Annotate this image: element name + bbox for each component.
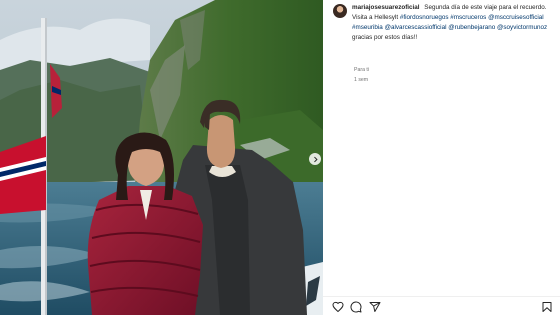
post-photo <box>0 0 323 315</box>
post-side-panel: mariajosesuarezoficial Segunda día de es… <box>323 0 560 315</box>
caption-tag-link[interactable]: #mseuribia <box>352 24 383 31</box>
next-photo-button[interactable] <box>309 153 321 165</box>
caption-tag-link[interactable]: @alvarcescassiofficial <box>385 24 447 31</box>
avatar[interactable] <box>333 4 347 18</box>
caption-row: mariajosesuarezoficial Segunda día de es… <box>333 3 555 43</box>
comment-icon <box>350 301 362 313</box>
post-timestamp: 1 sem <box>354 77 369 83</box>
bookmark-icon <box>542 302 552 312</box>
heart-icon <box>332 301 344 313</box>
caption-tag-link[interactable]: @rubenbejarano <box>448 24 495 31</box>
username-link[interactable]: mariajosesuarezoficial <box>352 4 420 11</box>
like-button[interactable] <box>332 301 344 313</box>
comment-button[interactable] <box>350 301 362 313</box>
caption-tag-link[interactable]: #fiordosnoruegos <box>400 14 449 21</box>
caption-text: gracias por estos días!! <box>352 33 418 41</box>
share-button[interactable] <box>369 301 381 313</box>
action-bar <box>323 296 560 315</box>
post-caption: mariajosesuarezoficial Segunda día de es… <box>352 3 550 43</box>
caption-tag-link[interactable]: @soyvictormunoz <box>497 24 547 31</box>
caption-tag-link[interactable]: #mscruceros <box>450 14 486 21</box>
chevron-right-icon <box>313 156 318 162</box>
paper-plane-icon <box>369 302 381 312</box>
translate-link[interactable]: Para ti <box>354 67 369 73</box>
post-image <box>0 0 323 315</box>
caption-tag-link[interactable]: @msccruisesofficial <box>488 14 544 21</box>
save-button[interactable] <box>541 301 553 313</box>
